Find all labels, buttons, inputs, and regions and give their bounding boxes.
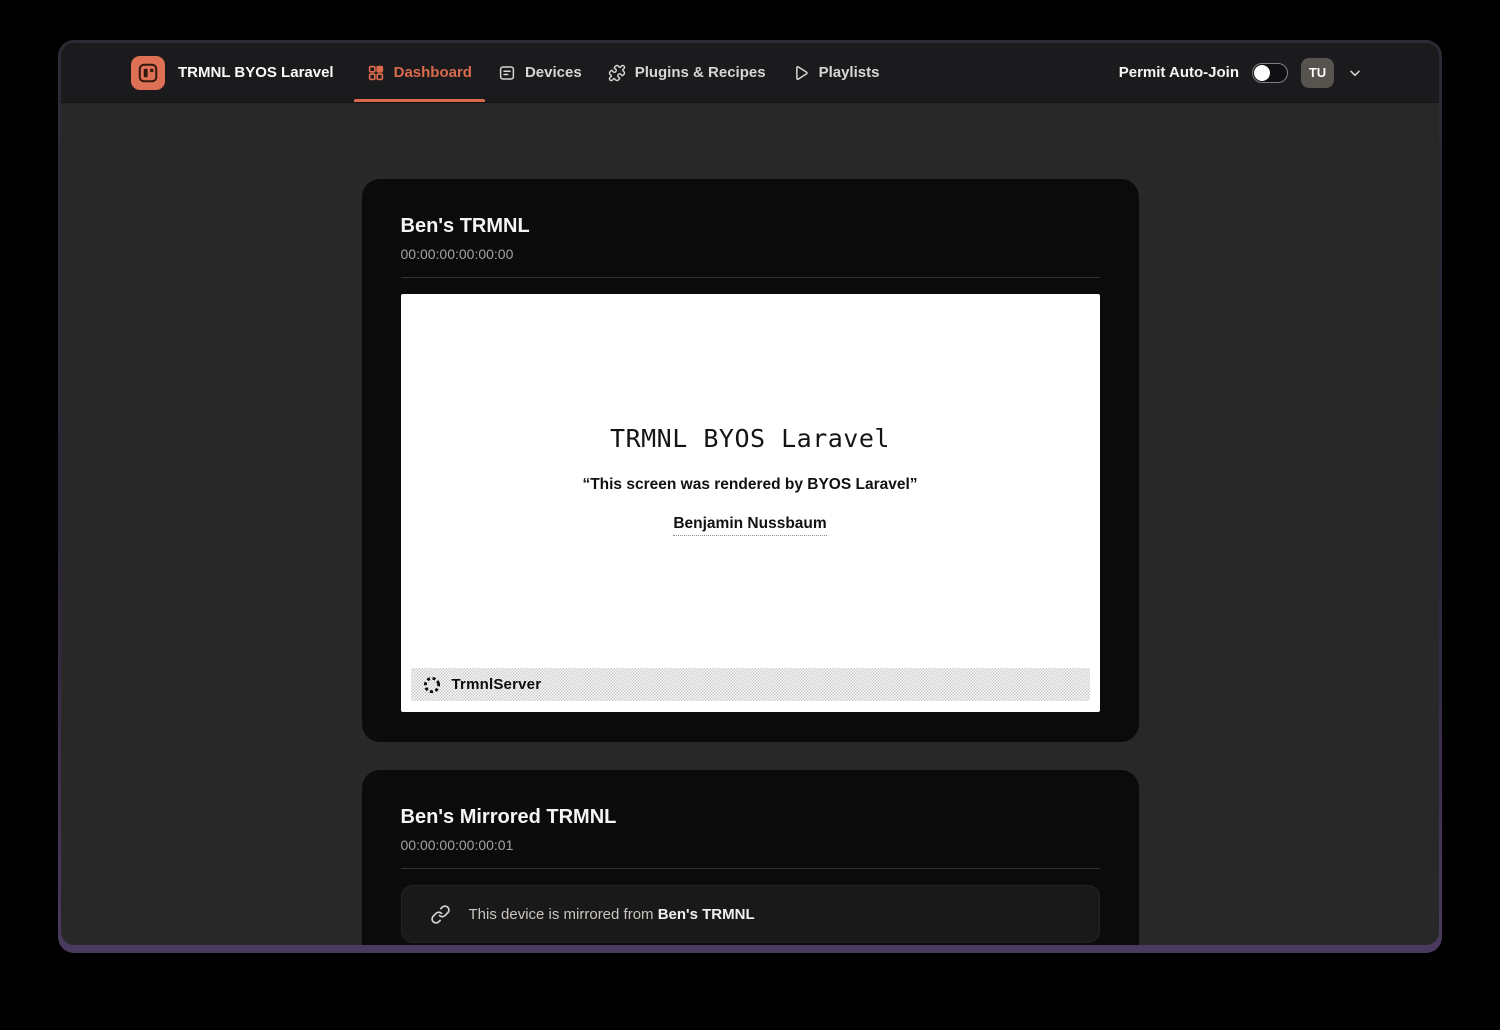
divider	[401, 277, 1100, 278]
device-screen-preview: TRMNL BYOS Laravel “This screen was rend…	[401, 294, 1100, 712]
toggle-knob	[1254, 65, 1270, 81]
device-name: Ben's Mirrored TRMNL	[401, 804, 1100, 831]
user-avatar[interactable]: TU	[1301, 58, 1334, 88]
nav-items: Dashboard Devices	[354, 43, 893, 102]
device-card-bens-trmnl: Ben's TRMNL 00:00:00:00:00:00 TRMNL BYOS…	[362, 179, 1139, 742]
nav-item-plugins-recipes[interactable]: Plugins & Recipes	[595, 43, 779, 102]
active-tab-underline	[354, 99, 485, 102]
device-card-bens-mirrored-trmnl: Ben's Mirrored TRMNL 00:00:00:00:00:01 T…	[362, 770, 1139, 945]
nav-item-label: Plugins & Recipes	[635, 64, 766, 81]
screen-author-link: Benjamin Nussbaum	[673, 515, 826, 536]
screen-author-row: Benjamin Nussbaum	[401, 515, 1100, 536]
top-nav: TRMNL BYOS Laravel Dashboard	[61, 43, 1439, 103]
dashboard-grid-icon	[367, 64, 385, 82]
nav-item-label: Playlists	[819, 64, 880, 81]
mirror-source-device: Ben's TRMNL	[658, 906, 755, 923]
mirror-notice: This device is mirrored from Ben's TRMNL	[401, 885, 1100, 943]
nav-item-dashboard[interactable]: Dashboard	[354, 43, 485, 102]
nav-item-playlists[interactable]: Playlists	[779, 43, 893, 102]
chevron-down-icon[interactable]	[1347, 65, 1363, 81]
divider	[401, 868, 1100, 869]
device-mac-address: 00:00:00:00:00:00	[401, 245, 1100, 264]
trmnl-logo-icon	[131, 56, 165, 90]
permit-auto-join-label: Permit Auto-Join	[1119, 64, 1239, 81]
screen-title: TRMNL BYOS Laravel	[401, 294, 1100, 453]
puzzle-icon	[608, 64, 626, 82]
app-window-frame: TRMNL BYOS Laravel Dashboard	[58, 40, 1442, 953]
app-window: TRMNL BYOS Laravel Dashboard	[61, 43, 1439, 945]
screen-status-bar: TrmnlServer	[411, 668, 1090, 701]
screen-quote: “This screen was rendered by BYOS Larave…	[401, 476, 1100, 494]
link-icon	[429, 903, 452, 926]
app-title: TRMNL BYOS Laravel	[178, 64, 334, 81]
spinner-icon	[422, 675, 442, 695]
nav-item-label: Devices	[525, 64, 582, 81]
brand: TRMNL BYOS Laravel	[131, 43, 334, 102]
nav-item-label: Dashboard	[394, 64, 472, 81]
play-icon	[792, 64, 810, 82]
device-mac-address: 00:00:00:00:00:01	[401, 836, 1100, 855]
devices-icon	[498, 64, 516, 82]
nav-right: Permit Auto-Join TU	[1119, 43, 1363, 102]
status-label: TrmnlServer	[452, 676, 542, 693]
main-content: Ben's TRMNL 00:00:00:00:00:00 TRMNL BYOS…	[61, 103, 1439, 945]
device-name: Ben's TRMNL	[401, 213, 1100, 240]
mirror-notice-text: This device is mirrored from Ben's TRMNL	[469, 906, 755, 923]
nav-item-devices[interactable]: Devices	[485, 43, 595, 102]
permit-auto-join-toggle[interactable]	[1252, 63, 1288, 83]
